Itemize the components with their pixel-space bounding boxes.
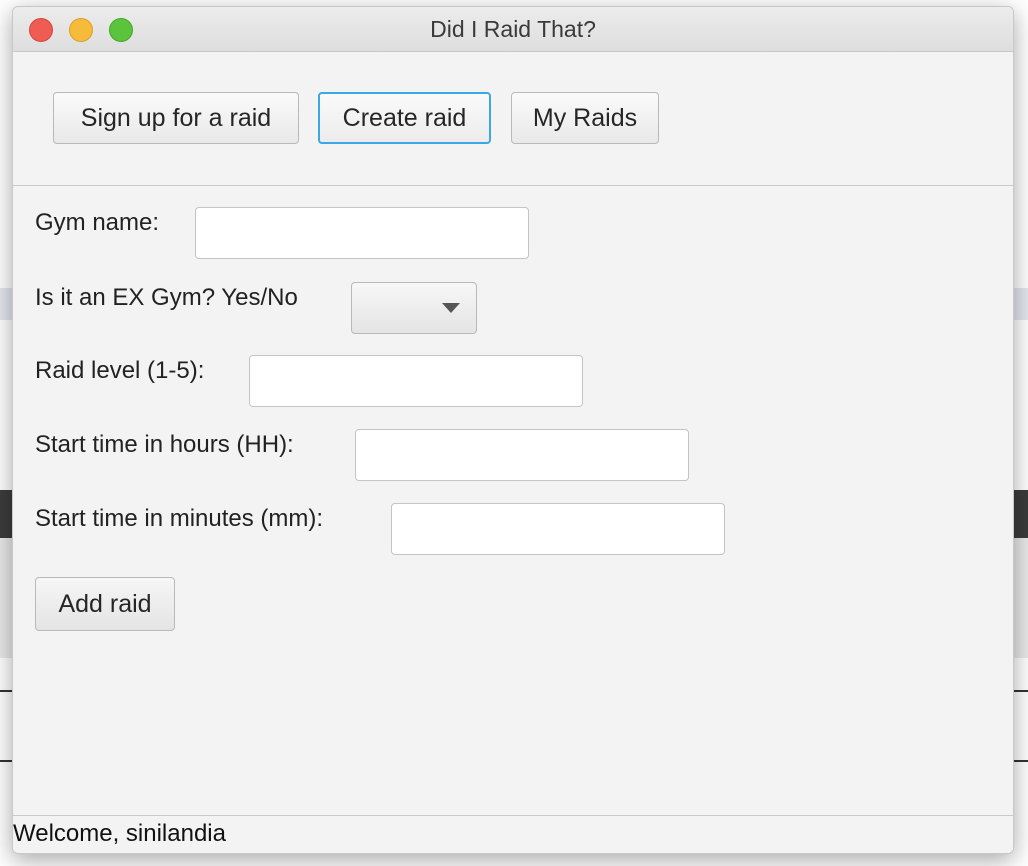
welcome-message: Welcome, sinilandia <box>13 820 226 847</box>
gym-name-label: Gym name: <box>35 209 160 236</box>
my-raids-button[interactable]: My Raids <box>511 92 659 144</box>
title-bar[interactable]: Did I Raid That? <box>13 7 1013 52</box>
navigation-bar: Sign up for a raid Create raid My Raids <box>13 52 1013 186</box>
window-title: Did I Raid That? <box>430 16 596 42</box>
ex-gym-label: Is it an EX Gym? Yes/No <box>35 284 298 311</box>
start-hours-input[interactable] <box>355 429 689 481</box>
start-minutes-input[interactable] <box>391 503 725 555</box>
ex-gym-dropdown[interactable] <box>351 282 477 334</box>
start-minutes-label: Start time in minutes (mm): <box>35 505 324 532</box>
add-raid-button[interactable]: Add raid <box>35 577 175 631</box>
sign-up-for-raid-button[interactable]: Sign up for a raid <box>53 92 299 144</box>
app-window: Did I Raid That? Sign up for a raid Crea… <box>12 6 1014 854</box>
raid-level-input[interactable] <box>249 355 583 407</box>
status-bar: Welcome, sinilandia <box>13 815 1013 853</box>
gym-name-input[interactable] <box>195 207 529 259</box>
create-raid-button[interactable]: Create raid <box>318 92 491 144</box>
raid-level-label: Raid level (1-5): <box>35 357 205 384</box>
start-hours-label: Start time in hours (HH): <box>35 431 294 458</box>
chevron-down-icon <box>442 303 460 313</box>
